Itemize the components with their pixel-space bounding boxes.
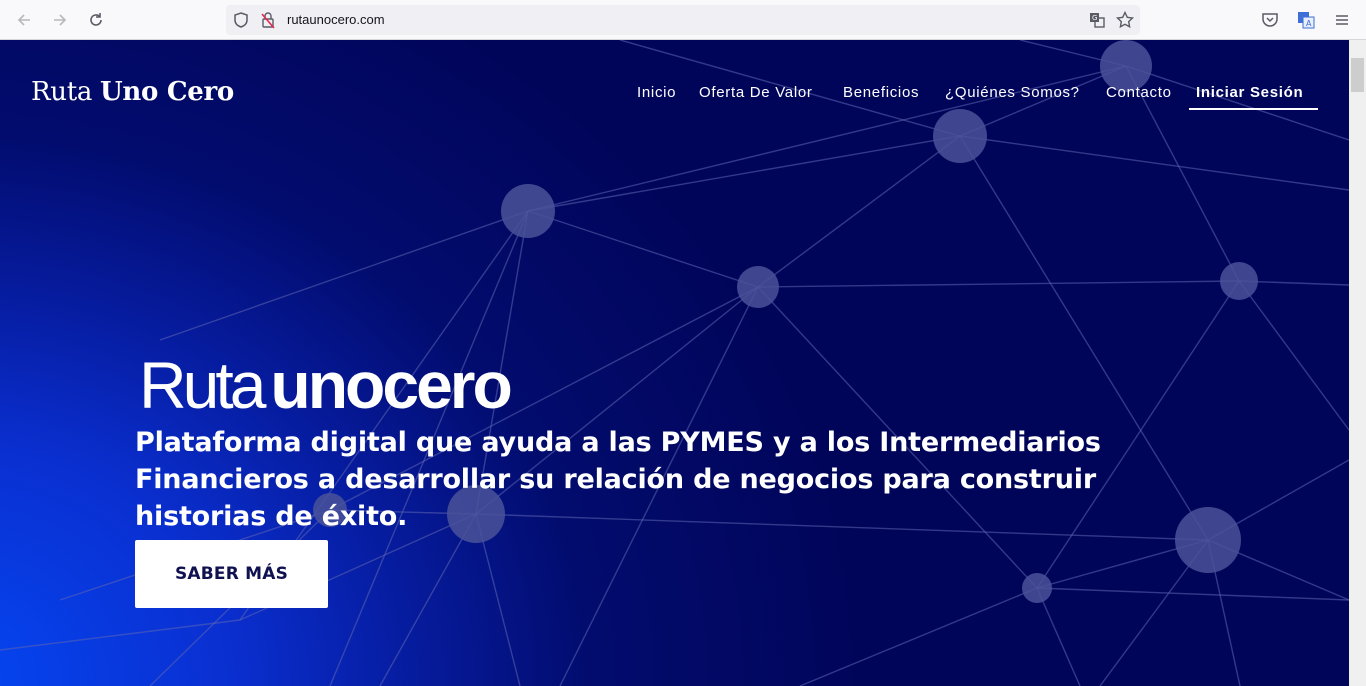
scrollbar-thumb[interactable]	[1351, 58, 1364, 92]
page-scrollbar[interactable]	[1349, 40, 1366, 686]
nav-quienes-somos[interactable]: ¿Quiénes Somos?	[945, 84, 1080, 101]
translate-icon[interactable]: G	[1087, 10, 1107, 30]
bookmark-star-icon[interactable]	[1115, 10, 1135, 30]
nav-iniciar-sesion[interactable]: Iniciar Sesión	[1196, 84, 1303, 101]
back-arrow-icon[interactable]	[14, 10, 34, 30]
insecure-lock-icon[interactable]	[258, 10, 278, 30]
nav-beneficios[interactable]: Beneficios	[843, 84, 919, 101]
shield-icon[interactable]	[231, 10, 251, 30]
hero-title: Ruta unocero	[139, 345, 513, 425]
logo-regular-text: Ruta	[31, 77, 93, 107]
active-nav-underline	[1189, 108, 1318, 110]
hero-subtitle: Plataforma digital que ayuda a las PYMES…	[135, 427, 1101, 532]
hero-section: Ruta Uno Cero Inicio Oferta De Valor Ben…	[0, 40, 1349, 686]
forward-arrow-icon[interactable]	[50, 10, 70, 30]
extension-translate-icon[interactable]: A	[1296, 10, 1316, 30]
hero-title-bold: unocero	[270, 348, 512, 422]
nav-contacto[interactable]: Contacto	[1106, 84, 1172, 101]
url-text[interactable]: rutaunocero.com	[287, 12, 385, 27]
address-bar[interactable]: rutaunocero.com G	[226, 5, 1140, 35]
site-logo[interactable]: Ruta Uno Cero	[31, 77, 234, 107]
reload-icon[interactable]	[86, 10, 106, 30]
saber-mas-button[interactable]: SABER MÁS	[135, 540, 328, 608]
svg-text:A: A	[1306, 19, 1312, 28]
pocket-icon[interactable]	[1260, 10, 1280, 30]
logo-bold-text: Uno Cero	[100, 77, 234, 107]
hero-title-light: Ruta	[139, 348, 266, 422]
nav-inicio[interactable]: Inicio	[637, 84, 676, 101]
browser-toolbar: rutaunocero.com G A	[0, 0, 1366, 40]
menu-hamburger-icon[interactable]	[1332, 10, 1352, 30]
nav-oferta-de-valor[interactable]: Oferta De Valor	[699, 84, 813, 101]
svg-text:G: G	[1092, 14, 1097, 22]
